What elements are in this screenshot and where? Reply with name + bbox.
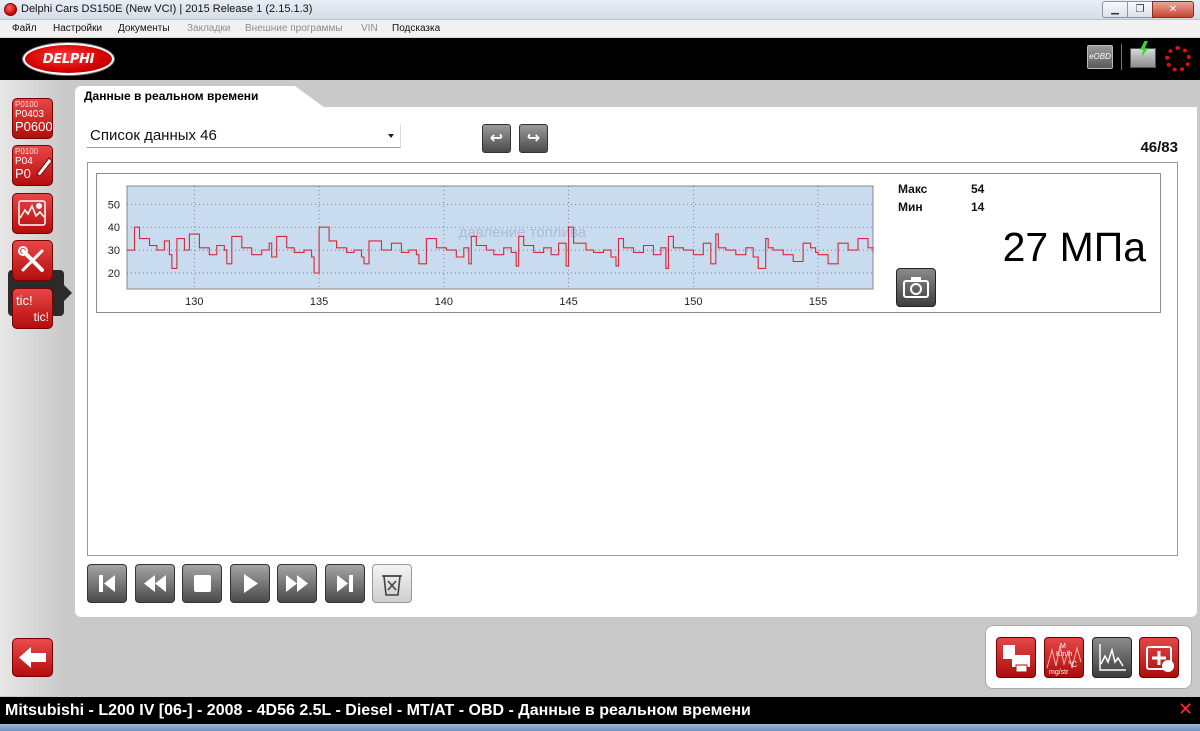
dtc-read-icon[interactable]: P0100 P0403 P0600 [12, 98, 53, 139]
list-counter: 46/83 [1140, 139, 1178, 156]
window-titlebar: Delphi Cars DS150E (New VCI) | 2015 Rele… [0, 0, 1200, 20]
chevron-down-icon [388, 134, 394, 138]
menu-documents[interactable]: Документы [118, 23, 170, 34]
close-button[interactable]: ✕ [1152, 1, 1194, 18]
minimize-button[interactable]: ▁ [1102, 1, 1128, 18]
first-icon[interactable] [87, 564, 127, 603]
last-icon[interactable] [325, 564, 365, 603]
max-value: 54 [971, 182, 985, 196]
min-value: 14 [971, 200, 985, 214]
y-tick-label: 20 [108, 268, 120, 280]
menu-file[interactable]: Файл [12, 23, 37, 34]
x-tick-label: 135 [310, 296, 328, 308]
connection-spinner-icon [1165, 46, 1191, 72]
dtc-code: P0 [15, 166, 31, 181]
menu-external-programs[interactable]: Внешние программы [245, 23, 342, 34]
battery-icon [1130, 41, 1156, 68]
logo-text: DELPHI [42, 52, 95, 67]
app-header: DELPHI eOBD [0, 38, 1200, 80]
x-tick-label: 150 [684, 296, 702, 308]
menu-vin[interactable]: VIN [361, 23, 378, 34]
taskbar-strip [0, 724, 1200, 731]
next-list-button[interactable]: ↪ [519, 124, 548, 153]
delphi-logo: DELPHI [23, 43, 114, 75]
x-tick-label: 145 [559, 296, 577, 308]
previous-list-button[interactable]: ↩ [482, 124, 511, 153]
print-icon[interactable] [996, 637, 1036, 678]
window-controls: ▁ ❐ ✕ [1102, 1, 1194, 18]
unit-label: M [1060, 643, 1066, 650]
service-tools-icon[interactable] [12, 240, 53, 281]
chart-title: давление топлива [459, 224, 587, 241]
menu-bar: Файл Настройки Документы Закладки Внешни… [0, 20, 1200, 38]
rewind-icon[interactable] [135, 564, 175, 603]
live-data-icon[interactable] [12, 193, 53, 234]
y-tick-label: 40 [108, 222, 120, 234]
menu-settings[interactable]: Настройки [53, 23, 102, 34]
min-label: Мин [898, 200, 923, 214]
play-icon[interactable] [230, 564, 270, 603]
x-tick-label: 130 [185, 296, 203, 308]
tab-live-data-label: Данные в реальном времени [84, 89, 259, 103]
unit-label: Km/h [1056, 651, 1072, 658]
dtc-code: P0600 [15, 119, 53, 134]
clear-trash-icon[interactable] [372, 564, 412, 603]
dtc-code: P0100 [15, 100, 39, 109]
menu-bookmarks[interactable]: Закладки [187, 23, 230, 34]
data-list-select[interactable]: Список данных 46 [87, 124, 401, 148]
units-icon[interactable]: M Km/h °C mg/str [1044, 637, 1084, 678]
menu-help[interactable]: Подсказка [392, 23, 440, 34]
app-icon [4, 3, 17, 16]
header-divider [1121, 44, 1122, 70]
eobd-icon[interactable]: eOBD [1087, 45, 1113, 69]
data-list-selected: Список данных 46 [90, 127, 217, 144]
fast-forward-icon[interactable] [277, 564, 317, 603]
back-arrow-icon[interactable] [12, 638, 53, 677]
fuel-pressure-chart: давление топлива 20 30 40 50 130 135 140 145 150 1… [108, 185, 874, 308]
tic-label: tic! [16, 293, 33, 308]
unit-label: °C [1068, 660, 1077, 669]
graph-mode-icon[interactable] [1092, 637, 1132, 678]
stop-icon[interactable] [182, 564, 222, 603]
left-sidebar: P0100 P0403 P0600 P0100 P04 P0 tic! tic! [0, 80, 72, 696]
dtc-clear-icon[interactable]: P0100 P04 P0 [12, 145, 53, 186]
unit-label: mg/str [1049, 669, 1069, 676]
maximize-button[interactable]: ❐ [1127, 1, 1153, 18]
vehicle-status: Mitsubishi - L200 IV [06-] - 2008 - 4D56… [5, 702, 751, 719]
add-parameter-icon[interactable] [1139, 637, 1179, 678]
x-tick-label: 140 [435, 296, 453, 308]
max-label: Макс [898, 182, 928, 196]
tic-label: tic! [33, 310, 49, 324]
camera-icon[interactable] [896, 268, 936, 307]
x-tick-label: 155 [809, 296, 827, 308]
y-tick-label: 50 [108, 199, 120, 211]
window-title: Delphi Cars DS150E (New VCI) | 2015 Rele… [21, 3, 313, 15]
close-session-icon[interactable]: ✕ [1178, 699, 1193, 720]
current-value: 27 МПа [1002, 224, 1146, 270]
y-tick-label: 30 [108, 245, 120, 257]
actuator-test-icon[interactable]: tic! tic! [12, 288, 53, 329]
